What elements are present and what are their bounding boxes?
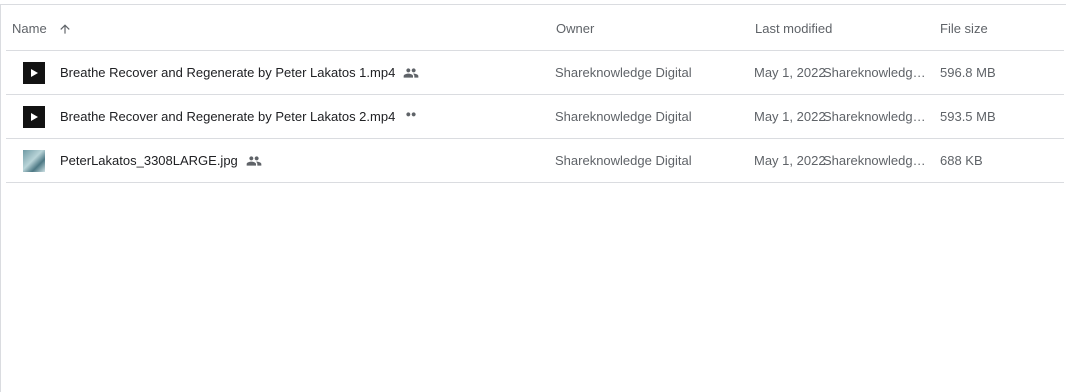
file-name-cell[interactable]: Breathe Recover and Regenerate by Peter … bbox=[60, 51, 419, 94]
column-header-name[interactable]: Name bbox=[12, 7, 72, 50]
video-file-icon bbox=[23, 62, 45, 84]
file-size-cell: 688 KB bbox=[940, 153, 983, 168]
file-name-cell[interactable]: PeterLakatos_3308LARGE.jpg bbox=[60, 139, 262, 182]
modified-by-cell: Shareknowledge Digital bbox=[823, 65, 927, 80]
modified-by-cell: Shareknowledge Digital bbox=[823, 153, 927, 168]
owner-cell: Shareknowledge Digital bbox=[555, 153, 692, 168]
file-size-cell: 596.8 MB bbox=[940, 65, 996, 80]
arrow-up-icon[interactable] bbox=[58, 22, 72, 36]
modified-date-cell: May 1, 2022 bbox=[754, 109, 826, 124]
people-icon bbox=[246, 153, 262, 169]
file-name-cell[interactable]: Breathe Recover and Regenerate by Peter … bbox=[60, 95, 419, 138]
file-name[interactable]: Breathe Recover and Regenerate by Peter … bbox=[60, 109, 395, 124]
modified-by-cell: Shareknowledge Digital bbox=[823, 109, 927, 124]
people-icon bbox=[403, 109, 419, 125]
file-row[interactable]: Breathe Recover and Regenerate by Peter … bbox=[6, 51, 1064, 95]
file-row[interactable]: PeterLakatos_3308LARGE.jpg Shareknowledg… bbox=[6, 139, 1064, 183]
modified-date-cell: May 1, 2022 bbox=[754, 65, 826, 80]
video-file-icon bbox=[23, 106, 45, 128]
file-name[interactable]: PeterLakatos_3308LARGE.jpg bbox=[60, 153, 238, 168]
file-row[interactable]: Breathe Recover and Regenerate by Peter … bbox=[6, 95, 1064, 139]
column-header-owner[interactable]: Owner bbox=[556, 7, 594, 50]
image-thumbnail bbox=[23, 150, 45, 172]
owner-cell: Shareknowledge Digital bbox=[555, 109, 692, 124]
column-header-name-label: Name bbox=[12, 21, 47, 36]
file-size-cell: 593.5 MB bbox=[940, 109, 996, 124]
file-name[interactable]: Breathe Recover and Regenerate by Peter … bbox=[60, 65, 395, 80]
file-list-header: Name Owner Last modified File size bbox=[6, 7, 1064, 51]
column-header-last-modified[interactable]: Last modified bbox=[755, 7, 832, 50]
people-icon bbox=[403, 65, 419, 81]
column-header-file-size[interactable]: File size bbox=[940, 7, 988, 50]
modified-date-cell: May 1, 2022 bbox=[754, 153, 826, 168]
owner-cell: Shareknowledge Digital bbox=[555, 65, 692, 80]
